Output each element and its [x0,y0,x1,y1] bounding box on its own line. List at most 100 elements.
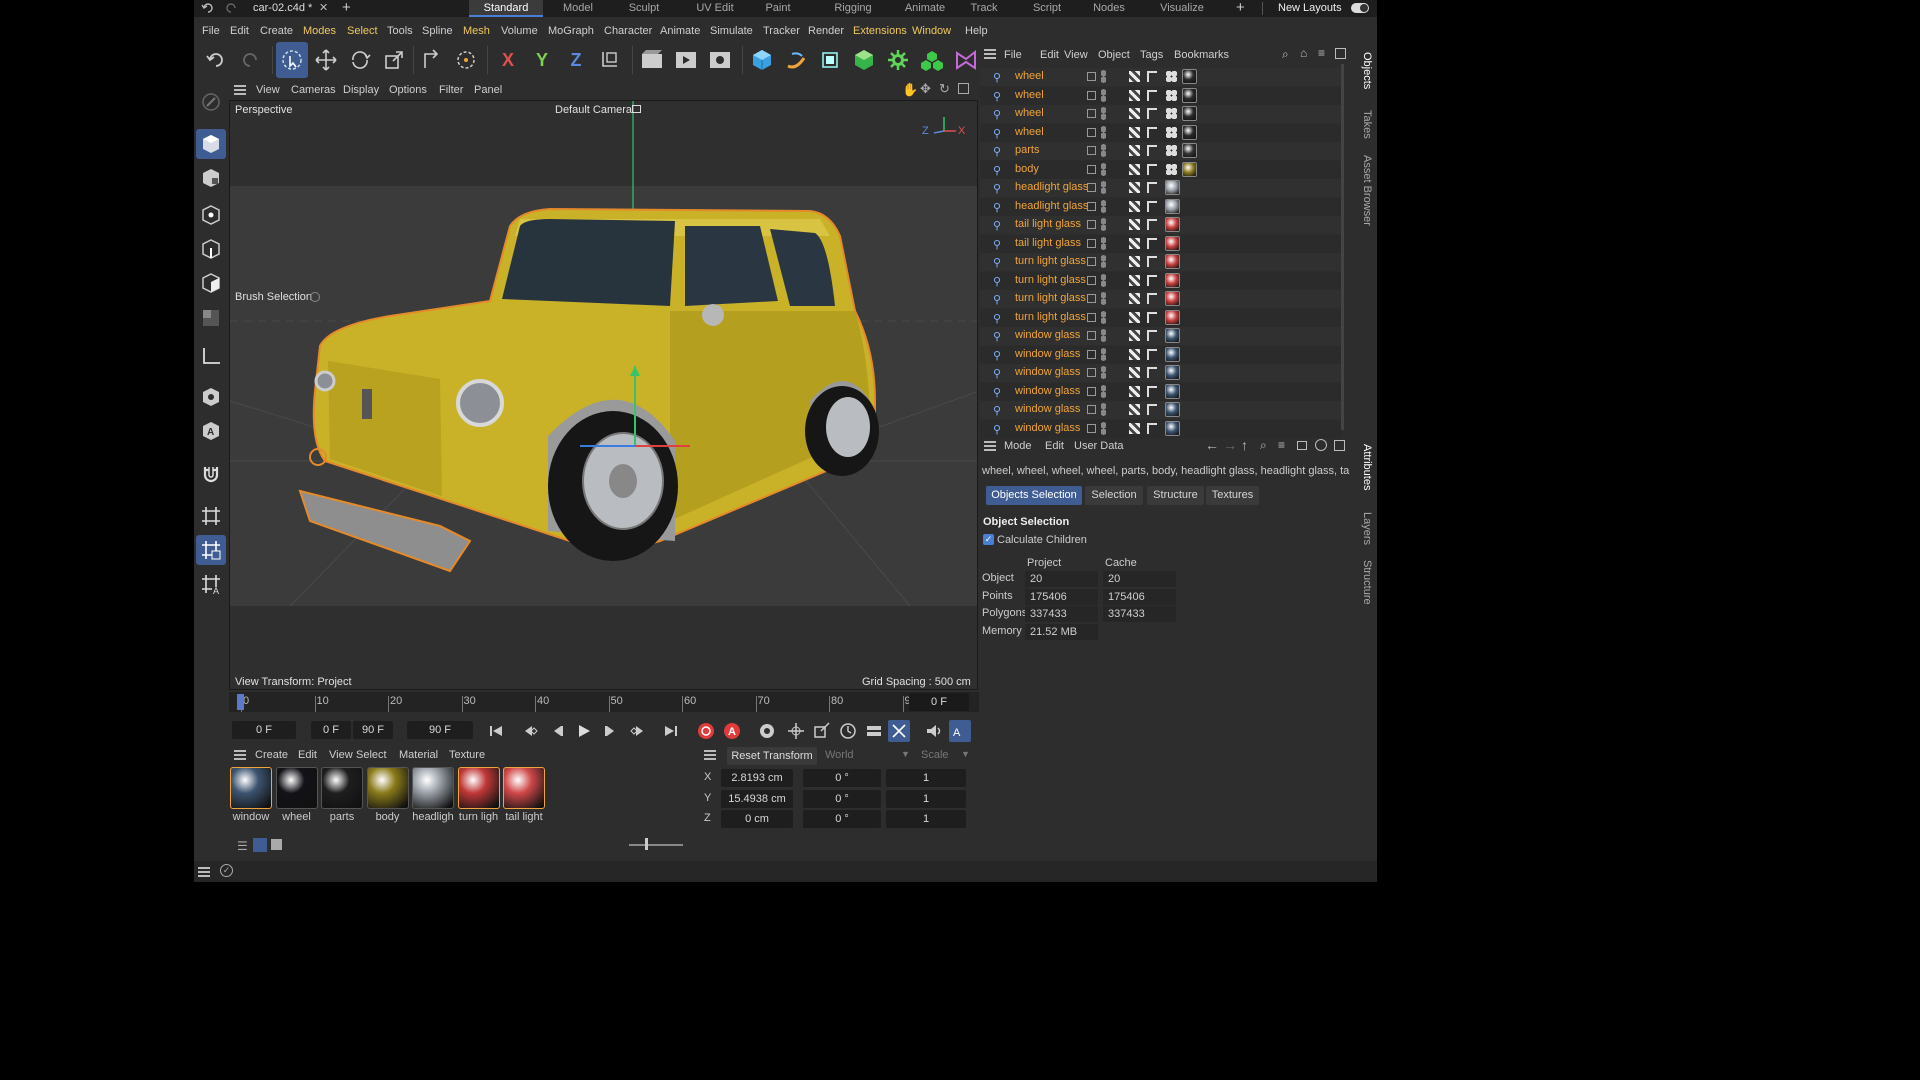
object-name[interactable]: window glass [1015,385,1080,397]
car-model[interactable] [230,101,978,690]
material-tag-icon[interactable] [1165,235,1180,251]
position-field[interactable]: 15.4938 cm [721,789,793,808]
object-menu-bookmarks[interactable]: Bookmarks [1174,45,1229,65]
object-row[interactable]: ⚲ wheel [980,105,1342,123]
object-row[interactable]: ⚲ headlight glass [980,179,1342,197]
phong-tag-icon[interactable] [1129,200,1140,212]
display-tag-icon[interactable] [1147,200,1157,212]
object-row[interactable]: ⚲ window glass [980,401,1342,419]
object-name[interactable]: wheel [1015,70,1044,82]
layer-checkbox[interactable] [1087,257,1096,266]
selection-tag-icon[interactable] [1166,108,1177,119]
grid-view-icon[interactable] [253,838,267,852]
display-tag-icon[interactable] [1147,330,1157,341]
selection-tag-icon[interactable] [1166,145,1177,156]
object-row[interactable]: ⚲ window glass [980,382,1342,401]
reset-transform-button[interactable]: Reset Transform [727,747,817,765]
object-row[interactable]: ⚲ turn light glass [980,271,1342,290]
material-tag-icon[interactable] [1165,217,1180,232]
document-tab[interactable]: car-02.c4d * [253,0,312,17]
phong-tag-icon[interactable] [1129,145,1140,156]
selection-tag-icon[interactable] [1166,89,1177,101]
visibility-dots[interactable] [1101,384,1106,398]
layer-checkbox[interactable] [1087,201,1096,211]
object-row[interactable]: ⚲ window glass [980,327,1342,345]
object-menu-object[interactable]: Object [1098,45,1130,65]
edge-mode-icon[interactable] [196,234,226,264]
menu-tracker[interactable]: Tracker [763,21,800,41]
attribute-tab-selection[interactable]: Selection [1085,486,1143,505]
next-frame-icon[interactable] [599,720,621,742]
layer-checkbox[interactable] [1087,294,1096,303]
subdivide-icon[interactable] [814,42,846,78]
polygon-mode-icon[interactable] [196,268,226,298]
range-end-field-2[interactable]: 90 F [407,721,473,739]
object-row[interactable]: ⚲ wheel [980,123,1342,142]
phong-tag-icon[interactable] [1129,89,1140,101]
visibility-dots[interactable] [1101,236,1106,250]
space-chevron-down-icon[interactable]: ▼ [901,749,910,759]
prev-keyframe-icon[interactable] [521,720,543,742]
scale-mode-select[interactable]: Scale [921,749,949,761]
selection-tag-icon[interactable] [1166,126,1177,138]
phong-tag-icon[interactable] [1129,108,1140,119]
phong-tag-icon[interactable] [1129,422,1140,434]
attribute-tab-textures[interactable]: Textures [1206,486,1259,505]
menu-spline[interactable]: Spline [422,21,453,41]
move-icon[interactable] [310,42,342,78]
object-name[interactable]: tail light glass [1015,237,1081,249]
filter-icon[interactable]: ≡ [1318,46,1325,60]
live-selection-icon[interactable] [276,42,308,78]
layer-checkbox[interactable] [1087,349,1096,359]
axis-mode-icon[interactable] [196,341,226,371]
layout-tab-track[interactable]: Track [962,0,1006,17]
phong-tag-icon[interactable] [1129,256,1140,267]
attribute-tab-objects-selection[interactable]: Objects Selection [986,486,1082,505]
rotation-field[interactable]: 0 ° [803,769,881,787]
material-tag-icon[interactable] [1165,254,1180,269]
z-axis-icon[interactable]: Z [560,42,592,78]
brush-selection-arrow-icon[interactable] [310,292,320,302]
range-start-field[interactable]: 0 F [311,721,351,739]
3d-viewport[interactable]: Perspective Default Camera Z X Brush Sel… [229,100,978,690]
brush-icon[interactable] [196,87,226,117]
phong-tag-icon[interactable] [1129,126,1140,138]
status-check-icon[interactable]: ✓ [220,864,233,877]
viewport-menu-cameras[interactable]: Cameras [291,80,336,100]
key-scale-icon[interactable] [811,720,833,742]
attribute-menu-edit[interactable]: Edit [1045,436,1064,456]
sound-icon[interactable] [923,720,945,742]
scale-icon[interactable] [378,42,410,78]
material-tag-icon[interactable] [1165,309,1180,325]
forward-arrow-icon[interactable]: → [1223,437,1237,453]
layer-checkbox[interactable] [1087,386,1096,396]
key-parameter-icon[interactable] [863,720,885,742]
object-name[interactable]: window glass [1015,403,1080,415]
redo-icon[interactable] [234,42,266,78]
material-tag-icon[interactable] [1165,365,1180,380]
visibility-dots[interactable] [1101,218,1106,231]
side-tab-objects[interactable]: Objects [1353,52,1373,89]
render-picture-viewer-icon[interactable] [670,42,702,78]
render-view-icon[interactable] [636,42,668,78]
layer-checkbox[interactable] [1087,127,1096,137]
current-frame-display[interactable]: 0 F [909,693,969,711]
go-to-start-icon[interactable] [485,720,507,742]
visibility-dots[interactable] [1101,366,1106,379]
material-menu-texture[interactable]: Texture [449,745,485,765]
menu-tools[interactable]: Tools [387,21,413,41]
menu-mesh[interactable]: Mesh [463,21,490,41]
scale-field[interactable]: 1 [886,810,966,828]
object-row[interactable]: ⚲ parts [980,142,1342,160]
material-swatch[interactable] [275,767,318,809]
timeline-settings-icon[interactable]: A [949,720,971,742]
visibility-dots[interactable] [1101,273,1106,287]
material-swatch[interactable] [412,767,454,809]
projection-label[interactable]: Perspective [235,104,292,116]
layer-checkbox[interactable] [1087,275,1096,285]
coordinate-space-select[interactable]: World [825,749,854,761]
layer-checkbox[interactable] [1087,423,1096,433]
material-menu-material[interactable]: Material [399,745,438,765]
visibility-dots[interactable] [1101,329,1106,342]
y-axis-icon[interactable]: Y [526,42,558,78]
